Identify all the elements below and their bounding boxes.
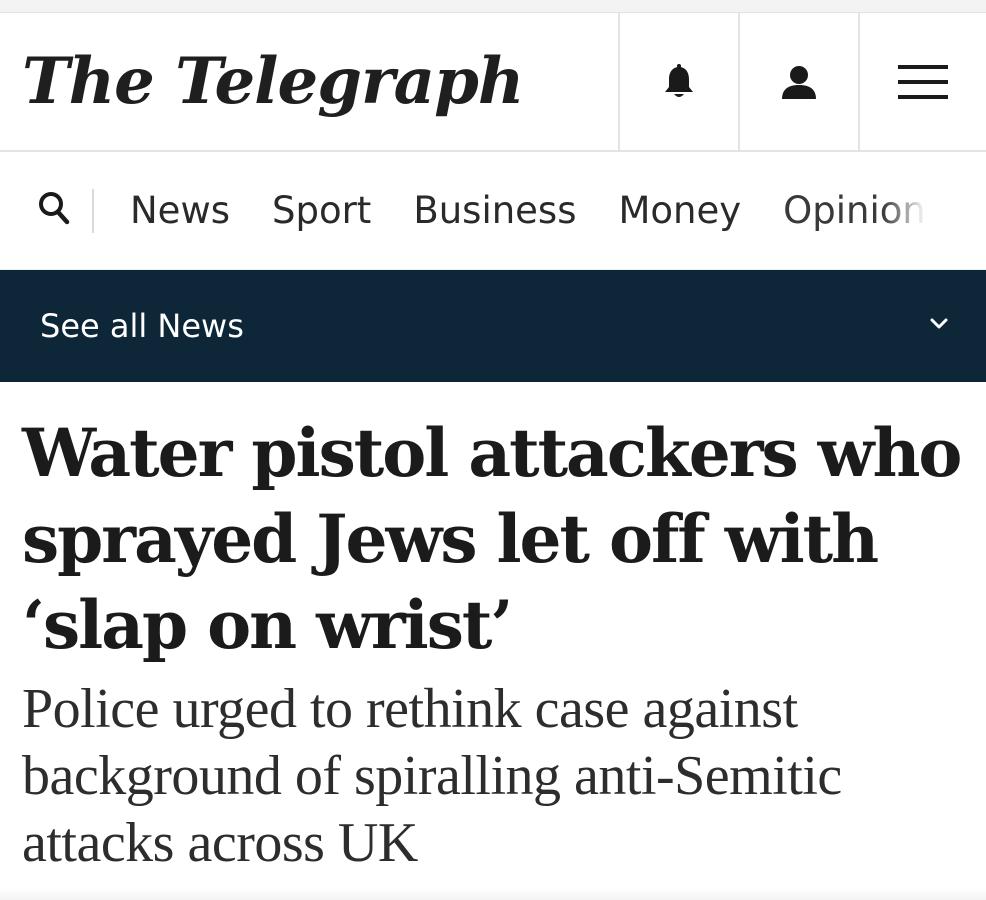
- nav-item-opinion[interactable]: Opinion: [783, 189, 926, 232]
- status-strip: [0, 0, 986, 13]
- user-icon: [779, 64, 819, 100]
- bell-icon: [664, 63, 694, 100]
- nav-item-business[interactable]: Business: [413, 189, 576, 232]
- article-standfirst: Police urged to rethink case against bac…: [22, 678, 842, 874]
- chevron-down-icon: [930, 317, 948, 335]
- account-button[interactable]: [738, 13, 858, 150]
- section-nav: News Sport Business Money Opinion: [0, 152, 986, 270]
- see-all-news-label: See all News: [40, 307, 244, 345]
- masthead: The Telegraph: [0, 13, 986, 152]
- nav-divider: [92, 188, 94, 233]
- menu-button[interactable]: [858, 13, 986, 150]
- article-headline: Water pistol attackers who sprayed Jews …: [22, 414, 962, 664]
- nav-item-money[interactable]: Money: [619, 189, 742, 232]
- search-button[interactable]: [0, 191, 72, 230]
- menu-icon: [898, 64, 948, 99]
- notifications-button[interactable]: [618, 13, 738, 150]
- bottom-edge: [0, 888, 986, 900]
- nav-item-news[interactable]: News: [130, 189, 230, 232]
- see-all-news-dropdown[interactable]: See all News: [0, 270, 986, 382]
- nav-item-sport[interactable]: Sport: [272, 189, 371, 232]
- article: Water pistol attackers who sprayed Jews …: [0, 382, 986, 877]
- search-icon: [38, 191, 70, 230]
- telegraph-logo[interactable]: The Telegraph: [0, 13, 618, 150]
